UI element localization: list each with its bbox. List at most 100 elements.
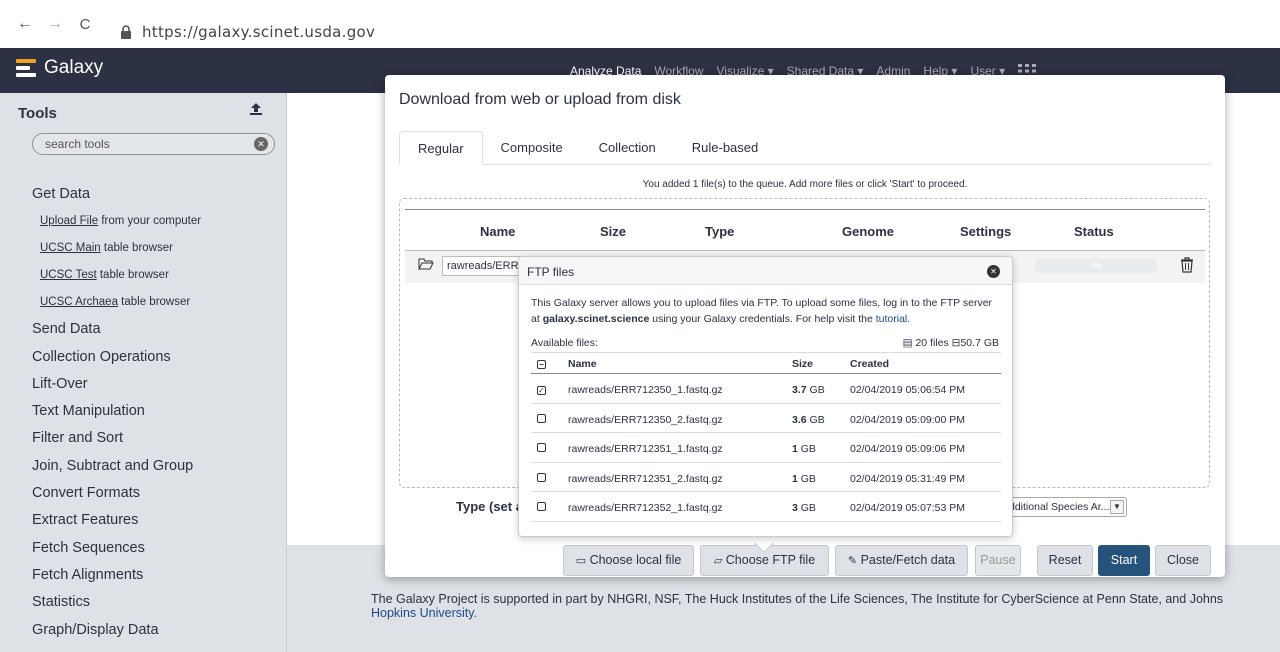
- queue-file-name[interactable]: rawreads/ERR712350_1.fastq.gz: [442, 256, 522, 276]
- tool-sections: Get Data Upload File from your computer UC…: [0, 181, 250, 644]
- choose-ftp-file-label: Choose FTP file: [725, 553, 816, 567]
- ftp-file-name: rawreads/ERR712350_1.fastq.gz: [568, 384, 723, 396]
- ftp-file-row[interactable]: rawreads/ERR712351_1.fastq.gz 1 GB 02/04/2…: [531, 433, 1001, 463]
- ftp-file-size: 1 GB: [792, 473, 816, 485]
- genome-select-value: Additional Species Ar...: [1002, 501, 1110, 513]
- file-icon: ▤: [902, 337, 913, 349]
- tool-description: table browser: [96, 269, 169, 282]
- tool-description: table browser: [100, 242, 173, 255]
- tool-section[interactable]: Collection Operations: [32, 344, 250, 371]
- tool-link[interactable]: UCSC Archaea: [40, 296, 118, 308]
- tool-item[interactable]: Upload File from your computer: [32, 208, 250, 235]
- ftp-file-row[interactable]: rawreads/ERR712352_1.fastq.gz 3 GB 02/04/2…: [531, 492, 1001, 522]
- forward-icon[interactable]: →: [44, 13, 66, 35]
- footer-hopkins-link[interactable]: Hopkins University.: [371, 606, 477, 620]
- col-settings: Settings: [960, 224, 1012, 239]
- ftp-popover-header: FTP files ✕: [519, 257, 1012, 285]
- ftp-info-mid: using your Galaxy credentials. For help …: [649, 313, 876, 325]
- tool-section[interactable]: Send Data: [32, 316, 250, 343]
- col-type: Type: [705, 224, 735, 239]
- ftp-table-header: − Name Size Created: [531, 352, 1001, 374]
- tab-composite[interactable]: Composite: [483, 131, 581, 165]
- ftp-file-row[interactable]: rawreads/ERR712351_2.fastq.gz 1 GB 02/04/2…: [531, 463, 1001, 492]
- paste-fetch-button[interactable]: ✎ Paste/Fetch data: [835, 545, 968, 576]
- ftp-info-post: .: [907, 313, 911, 325]
- ftp-file-name: rawreads/ERR712352_1.fastq.gz: [568, 502, 723, 514]
- file-checkbox[interactable]: [537, 502, 546, 514]
- dialog-title: Download from web or upload from disk: [399, 91, 681, 108]
- lock-icon: [121, 25, 131, 39]
- ftp-file-row[interactable]: rawreads/ERR712350_2.fastq.gz 3.6 GB 02/04…: [531, 404, 1001, 433]
- ftp-col-size: Size: [792, 358, 814, 370]
- chevron-down-icon: ▼: [1110, 500, 1124, 514]
- brand[interactable]: Galaxy: [16, 57, 103, 79]
- genome-select[interactable]: Additional Species Ar... ▼: [997, 497, 1127, 517]
- choose-local-file-button[interactable]: ▭ Choose local file: [563, 545, 694, 576]
- file-checkbox[interactable]: [537, 413, 546, 426]
- edit-icon: ✎: [847, 555, 858, 567]
- tab-rule-based[interactable]: Rule-based: [674, 131, 777, 165]
- close-icon[interactable]: ✕: [987, 265, 1000, 278]
- ftp-popover-title: FTP files: [527, 265, 575, 279]
- tool-link[interactable]: UCSC Test: [40, 269, 97, 281]
- tool-item[interactable]: UCSC Archaea table browser: [32, 289, 250, 316]
- file-checkbox[interactable]: [537, 443, 546, 455]
- back-icon[interactable]: ←: [14, 13, 36, 35]
- ftp-file-name: rawreads/ERR712351_2.fastq.gz: [568, 472, 723, 485]
- tool-section[interactable]: Text Manipulation: [32, 398, 250, 425]
- ftp-summary: ▤ 20 files ⊟50.7 GB: [903, 337, 999, 349]
- tool-item[interactable]: UCSC Test table browser: [32, 262, 250, 289]
- tool-search-placeholder: search tools: [45, 137, 110, 151]
- pause-button[interactable]: Pause: [975, 545, 1021, 576]
- tool-link[interactable]: Upload File: [40, 215, 98, 227]
- tab-collection[interactable]: Collection: [581, 131, 674, 165]
- col-size: Size: [600, 224, 627, 239]
- tool-section[interactable]: Filter and Sort: [32, 425, 250, 452]
- ftp-file-row[interactable]: ✓ rawreads/ERR712350_1.fastq.gz 3.7 GB 02/0…: [531, 374, 1001, 404]
- tool-section[interactable]: Join, Subtract and Group: [32, 453, 250, 480]
- tool-panel: Tools search tools ✕ Get Data Upload File…: [0, 93, 287, 652]
- upload-icon[interactable]: [250, 102, 262, 118]
- tool-description: from your computer: [98, 215, 202, 228]
- ftp-file-created: 02/04/2019 05:06:54 PM: [850, 384, 966, 396]
- queue-message: You added 1 file(s) to the queue. Add mo…: [642, 179, 968, 190]
- close-button[interactable]: Close: [1155, 545, 1211, 576]
- tab-regular[interactable]: Regular: [399, 131, 483, 165]
- tool-section[interactable]: Lift-Over: [32, 371, 250, 398]
- tool-search-input[interactable]: search tools ✕: [32, 133, 275, 155]
- address-bar[interactable]: https://galaxy.scinet.usda.gov: [120, 17, 1270, 47]
- ftp-col-created: Created: [850, 358, 890, 370]
- tool-section[interactable]: Get Data: [32, 181, 250, 208]
- select-all-checkbox[interactable]: −: [537, 358, 546, 370]
- ftp-file-size-unit: GB: [797, 443, 816, 455]
- trash-icon[interactable]: [1180, 257, 1194, 273]
- start-button[interactable]: Start: [1098, 545, 1150, 576]
- tool-section[interactable]: Fetch Sequences: [32, 535, 250, 562]
- tool-section[interactable]: Convert Formats: [32, 480, 250, 507]
- center-footer-text: The Galaxy Project is supported in part …: [371, 592, 1231, 620]
- tool-section[interactable]: Extract Features: [32, 507, 250, 534]
- ftp-file-created: 02/04/2019 05:07:53 PM: [850, 502, 966, 514]
- file-checkbox[interactable]: ✓: [537, 384, 546, 396]
- ftp-popover: FTP files ✕ This Galaxy server allows yo…: [518, 256, 1013, 537]
- reload-icon[interactable]: C: [74, 13, 96, 35]
- tool-section[interactable]: Fetch Alignments: [32, 562, 250, 589]
- clear-search-icon[interactable]: ✕: [254, 137, 268, 151]
- url-text: https://galaxy.scinet.usda.gov: [142, 23, 376, 41]
- ftp-col-name: Name: [568, 358, 597, 370]
- tool-section[interactable]: Statistics: [32, 589, 250, 616]
- footer-support-text: The Galaxy Project is supported in part …: [371, 592, 1224, 606]
- tutorial-link[interactable]: tutorial: [876, 313, 908, 325]
- ftp-file-name: rawreads/ERR712351_1.fastq.gz: [568, 443, 723, 455]
- ftp-file-size: 3.7 GB: [792, 384, 825, 396]
- ftp-file-size: 3.6 GB: [792, 414, 825, 426]
- file-checkbox[interactable]: [537, 472, 546, 485]
- tool-item[interactable]: UCSC Main table browser: [32, 235, 250, 262]
- ftp-files-table: − Name Size Created ✓ rawreads/ERR712350_…: [531, 352, 1001, 522]
- folder-open-icon: [418, 258, 434, 270]
- reset-button[interactable]: Reset: [1037, 545, 1093, 576]
- tool-section[interactable]: Graph/Display Data: [32, 617, 250, 644]
- ftp-file-size-unit: GB: [806, 384, 825, 396]
- ftp-file-size-unit: GB: [797, 472, 816, 485]
- tool-link[interactable]: UCSC Main: [40, 242, 101, 254]
